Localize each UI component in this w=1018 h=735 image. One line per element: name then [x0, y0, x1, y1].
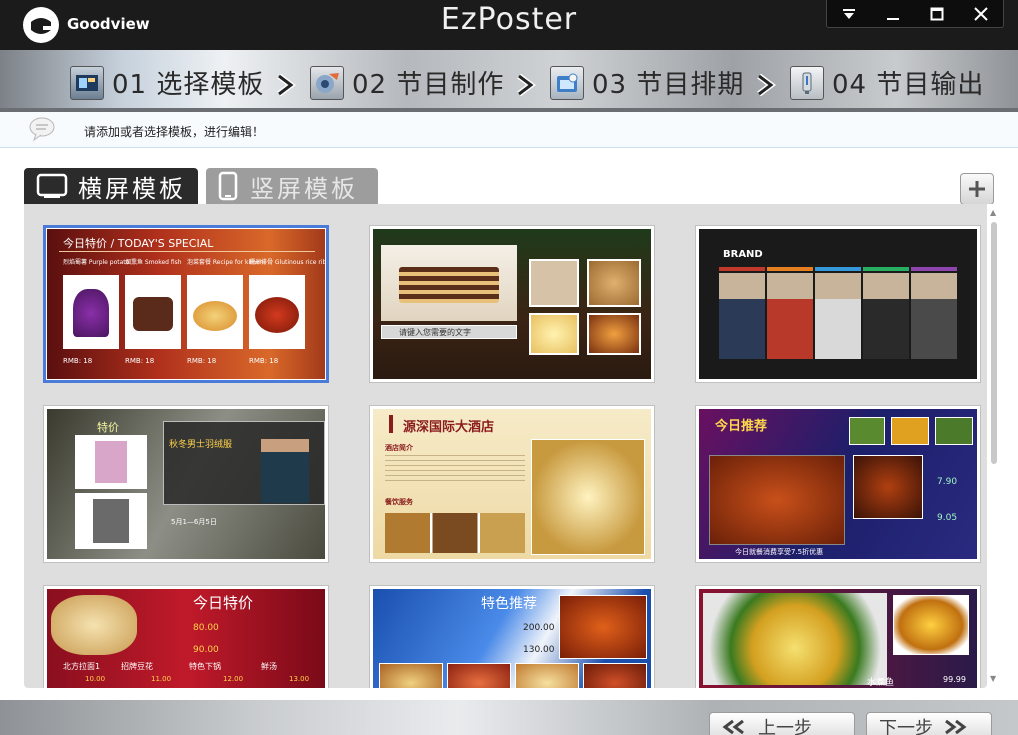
schedule-icon [550, 65, 584, 100]
minimize-icon[interactable] [871, 0, 915, 27]
close-icon[interactable] [959, 0, 1003, 27]
phone-icon [218, 171, 238, 201]
tab-portrait[interactable]: 竖屏模板 [206, 168, 378, 204]
hint-text: 请添加或者选择模板，进行编辑！ [84, 125, 265, 139]
plus-icon [969, 181, 985, 197]
step-select-template[interactable]: 01 选择模板 [70, 64, 264, 101]
tab-label: 竖屏模板 [250, 174, 358, 203]
hint-bar: 请添加或者选择模板，进行编辑！ [0, 112, 1018, 148]
tab-label: 横屏模板 [78, 174, 186, 203]
scroll-up-icon[interactable]: ▲ [990, 208, 996, 217]
chevron-right-icon [757, 74, 776, 96]
export-icon [790, 65, 824, 100]
step-label: 02 节目制作 [352, 70, 505, 100]
scroll-down-icon[interactable]: ▼ [990, 674, 996, 683]
add-template-button[interactable] [960, 173, 994, 205]
template-icon [70, 65, 104, 100]
tab-landscape[interactable]: 横屏模板 [24, 168, 198, 204]
step-make-program[interactable]: 02 节目制作 [310, 64, 504, 101]
next-step-label: 下一步 [879, 718, 933, 735]
message-icon [29, 117, 55, 142]
double-chevron-left-icon [722, 719, 744, 735]
program-icon [310, 65, 344, 100]
step-schedule[interactable]: 03 节目排期 [550, 64, 744, 101]
template-card[interactable]: 特价 秋冬男士羽绒服 5月1—6月5日 [43, 405, 329, 563]
step-label: 03 节目排期 [592, 70, 745, 100]
chevron-right-icon [277, 74, 296, 96]
template-card[interactable]: 源深国际大酒店 酒店简介 餐饮服务 [369, 405, 655, 563]
title-bar: Goodview EzPoster [0, 0, 1018, 50]
template-card[interactable]: 今日特价 / TODAY'S SPECIAL 烈焰蜀薯 Purple potat… [43, 225, 329, 383]
scrollbar-thumb[interactable] [991, 222, 997, 464]
template-card[interactable]: 今日推荐 7.90 9.05 今日就餐消费享受7.5折优惠 [695, 405, 981, 563]
dropdown-icon[interactable] [827, 0, 871, 27]
monitor-icon [36, 173, 68, 198]
step-label: 01 选择模板 [112, 70, 265, 100]
window-controls [826, 0, 1004, 28]
prev-step-button[interactable]: 上一步 [709, 712, 855, 735]
template-card[interactable]: BRAND [695, 225, 981, 383]
template-card[interactable]: 水煮鱼 99.99 [695, 585, 981, 688]
template-card[interactable]: 请键入您需要的文字 [369, 225, 655, 383]
template-grid: 今日特价 / TODAY'S SPECIAL 烈焰蜀薯 Purple potat… [24, 204, 987, 688]
template-card[interactable]: 今日特价 80.00 90.00 北方拉面1 招牌豆花 特色下锅 鲜汤 10.0… [43, 585, 329, 688]
scrollbar[interactable]: ▲ ▼ [987, 204, 1001, 688]
double-chevron-right-icon [945, 719, 967, 735]
step-label: 04 节目输出 [832, 70, 985, 100]
step-export[interactable]: 04 节目输出 [790, 64, 984, 101]
prev-step-label: 上一步 [758, 718, 812, 735]
maximize-icon[interactable] [915, 0, 959, 27]
steps-bar: 01 选择模板 02 节目制作 03 节目排期 04 节目输出 [0, 50, 1018, 112]
chevron-right-icon [517, 74, 536, 96]
template-card[interactable]: 特色推荐 200.00 130.00 [369, 585, 655, 688]
next-step-button[interactable]: 下一步 [866, 712, 992, 735]
